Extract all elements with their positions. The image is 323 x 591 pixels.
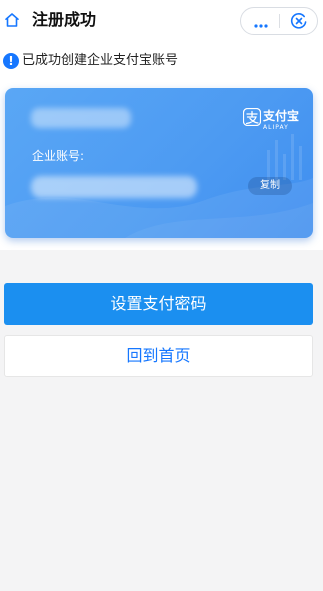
alipay-brand-name: 支付宝 [263, 109, 300, 123]
alipay-brand-sub: ALIPAY [263, 124, 289, 131]
account-card: 支付宝 ALIPAY 企业账号: 复制 [5, 88, 313, 238]
mini-close-icon[interactable] [290, 12, 308, 30]
alipay-brand: 支付宝 ALIPAY [242, 107, 303, 138]
mini-program-capsule [240, 7, 318, 35]
masked-account-number [31, 176, 197, 198]
card-section: 支付宝 ALIPAY 企业账号: 复制 [0, 80, 323, 250]
account-label: 企业账号: [32, 149, 85, 163]
back-home-button[interactable]: 回到首页 [4, 335, 313, 377]
info-icon: ! [3, 53, 19, 69]
set-payment-password-button[interactable]: 设置支付密码 [4, 283, 313, 325]
app-header: 注册成功 [0, 0, 323, 42]
more-icon[interactable] [253, 16, 269, 28]
masked-company-name [31, 108, 131, 128]
notice-text: 已成功创建企业支付宝账号 [22, 53, 179, 68]
success-notice: ! 已成功创建企业支付宝账号 [0, 42, 323, 80]
alipay-logo-icon [242, 107, 262, 127]
capsule-divider [279, 14, 280, 28]
copy-button[interactable]: 复制 [248, 177, 292, 195]
page-title: 注册成功 [32, 10, 97, 29]
home-icon[interactable] [4, 12, 20, 28]
